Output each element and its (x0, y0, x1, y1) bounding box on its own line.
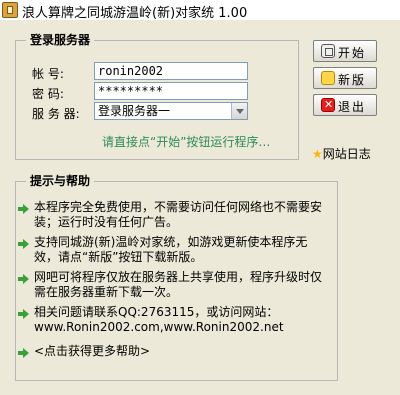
start-icon (321, 44, 335, 58)
app-icon (2, 2, 18, 18)
arrow-right-icon (18, 239, 29, 249)
new-version-button-label: 新版 (338, 73, 367, 87)
login-group-title: 登录服务器 (26, 31, 95, 48)
window-title: 浪人算牌之同城游温岭(新)对家统 1.00 (22, 6, 248, 21)
star-icon: ★ (312, 147, 323, 161)
account-input[interactable]: ronin2002 (94, 62, 248, 80)
arrow-right-icon (18, 274, 29, 284)
help-item-update: 支持同城游(新)温岭对家统，如游戏更新使本程序无效，请点“新版”按钮下载新版。 (34, 235, 308, 264)
arrow-right-icon (18, 204, 29, 214)
server-select-value: 登录服务器一 (98, 104, 171, 118)
close-icon (321, 98, 335, 112)
help-item-netcafe: 网吧可将程序仅放在服务器上共享使用，程序升级时仅需在服务器重新下载一次。 (34, 270, 323, 299)
server-label: 服 务 器: (32, 107, 80, 121)
arrow-right-icon (18, 309, 29, 319)
more-help-link[interactable]: <点击获得更多帮助> (34, 344, 324, 359)
exit-button-label: 退出 (338, 100, 367, 114)
chevron-down-icon[interactable] (231, 103, 247, 119)
help-item-free: 本程序完全免费使用，不需要访问任何网络也不需要安装；运行时没有任何广告。 (34, 200, 323, 229)
start-hint: 请直接点“开始”按钮运行程序… (102, 135, 271, 149)
password-label: 密 码: (32, 87, 64, 101)
account-label: 帐 号: (32, 67, 64, 81)
weblog-link[interactable]: ★网站日志 (312, 145, 371, 162)
lightbulb-icon (321, 71, 335, 85)
help-group-title: 提示与帮助 (26, 172, 95, 189)
login-server-group: 登录服务器 帐 号: ronin2002 密 码: ********* 服 务 … (15, 31, 299, 160)
start-button-label: 开始 (338, 46, 367, 60)
server-select[interactable]: 登录服务器一 (94, 102, 248, 120)
app-window: 浪人算牌之同城游温岭(新)对家统 1.00 登录服务器 帐 号: ronin20… (0, 0, 400, 395)
start-button[interactable]: 开始 (313, 40, 377, 62)
password-input[interactable]: ********* (94, 82, 248, 100)
new-version-button[interactable]: 新版 (313, 67, 377, 89)
weblog-label: 网站日志 (322, 147, 371, 161)
help-item-contact: 相关问题请联系QQ:2763115，或访问网站：www.Ronin2002.co… (34, 305, 284, 334)
arrow-right-icon (18, 348, 29, 358)
exit-button[interactable]: 退出 (313, 94, 377, 116)
title-bar: 浪人算牌之同城游温岭(新)对家统 1.00 (0, 0, 400, 21)
